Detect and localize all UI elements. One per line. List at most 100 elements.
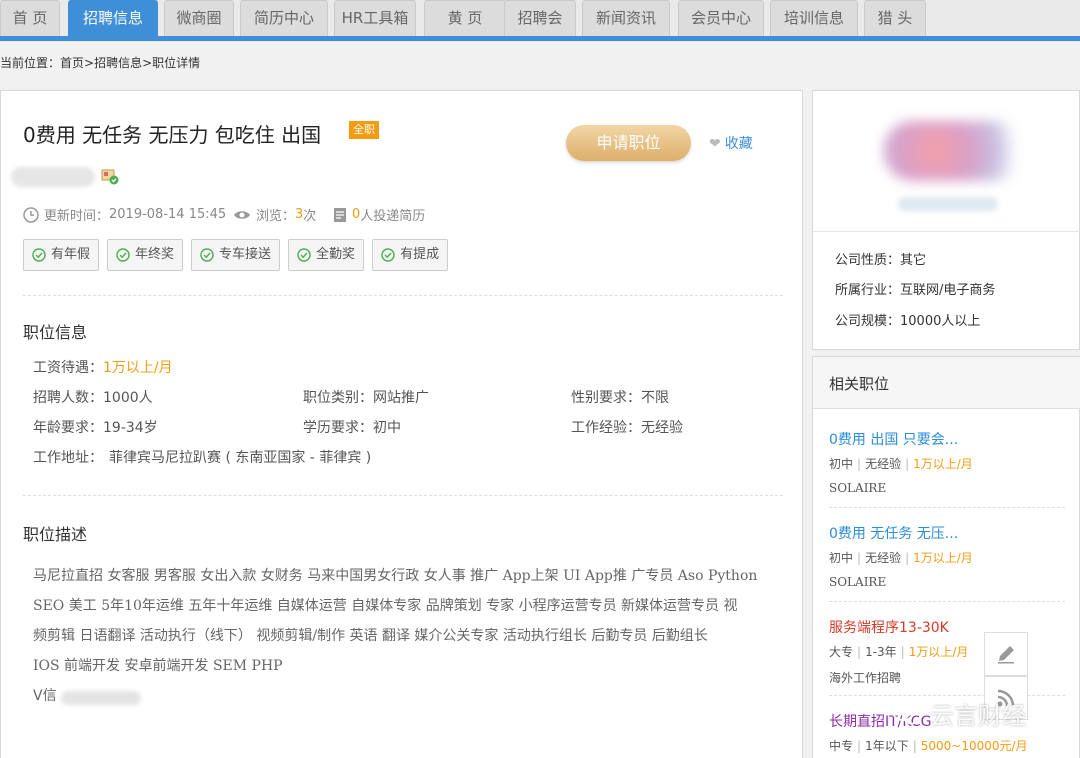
tab-job-fair[interactable]: 招聘会	[504, 0, 576, 36]
divider	[829, 601, 1065, 602]
company-name-blurred[interactable]	[898, 197, 998, 211]
description-line: 频剪辑 日语翻译 活动执行（线下） 视频剪辑/制作 英语 翻译 媒介公关专家 活…	[33, 628, 708, 644]
position-info-title: 职位信息	[23, 323, 88, 342]
breadcrumb-path[interactable]: 首页>招聘信息>职位详情	[60, 56, 200, 70]
tab-training[interactable]: 培训信息	[770, 0, 858, 36]
salary-label: 工资待遇：	[33, 360, 103, 376]
check-circle-icon	[200, 248, 214, 262]
category-row: 职位类别：网站推广	[303, 387, 429, 407]
related-job-meta: 初中 | 无经验 | 1万以上/月	[829, 551, 973, 565]
education-value: 初中	[373, 420, 401, 436]
tab-yellow-pages[interactable]: 黄 页	[424, 0, 506, 36]
experience-row: 工作经验：无经验	[571, 417, 683, 437]
divider	[23, 495, 783, 496]
tab-news[interactable]: 新闻资讯	[582, 0, 670, 36]
tab-jobs[interactable]: 招聘信息	[68, 0, 158, 37]
company-logo-blurred[interactable]	[883, 121, 1033, 181]
job-detail-card: 0费用 无任务 无压力 包吃住 出国 全职 申请职位 ❤ 收藏 更新时间： 2019…	[0, 90, 803, 758]
headcount-label: 招聘人数：	[33, 390, 103, 406]
related-job-edu: 中专	[829, 739, 854, 753]
headcount-value: 1000人	[103, 390, 153, 406]
contact-blurred	[61, 691, 141, 705]
benefit-label: 全勤奖	[316, 247, 356, 262]
related-job-company[interactable]: SOLAIRE	[829, 481, 886, 495]
breadcrumb-prefix: 当前位置：	[0, 56, 61, 70]
heart-icon: ❤	[709, 136, 721, 152]
divider	[829, 507, 1065, 508]
related-job-meta: 初中 | 无经验 | 1万以上/月	[829, 457, 973, 471]
benefit-tag: 有提成	[372, 239, 449, 271]
divider	[813, 231, 1080, 232]
document-icon	[334, 207, 346, 222]
eye-icon	[234, 210, 250, 219]
size-label: 公司规模：	[835, 314, 901, 329]
experience-value: 无经验	[641, 420, 683, 436]
related-job-company[interactable]: SOLAIRE	[829, 575, 886, 589]
tab-hr-tools[interactable]: HR工具箱	[334, 0, 416, 36]
size-value: 10000人以上	[900, 314, 981, 329]
company-name-blurred[interactable]	[11, 167, 95, 187]
address-label: 工作地址：	[33, 450, 103, 466]
check-circle-icon	[297, 248, 311, 262]
related-job-title[interactable]: 服务端程序13-30K	[829, 617, 949, 637]
company-card: 公司性质：其它 所属行业：互联网/电子商务 公司规模：10000人以上	[812, 90, 1080, 350]
related-job-meta: 中专 | 1年以下 | 5000~10000元/月	[829, 739, 1028, 753]
industry-label: 所属行业：	[835, 283, 901, 298]
education-row: 学历要求：初中	[303, 417, 401, 437]
views-unit: 次	[303, 209, 317, 224]
watermark: 云言财经	[892, 696, 1026, 731]
nav-accent-bar	[0, 36, 1080, 41]
benefit-tags: 有年假 年终奖 专车接送 全勤奖 有提成	[23, 239, 456, 271]
related-job-salary: 1万以上/月	[908, 645, 969, 659]
top-nav: 首 页 招聘信息 微商圈 简历中心 HR工具箱 黄 页 招聘会 新闻资讯 会员中…	[0, 0, 1080, 42]
tab-headhunter[interactable]: 猎 头	[864, 0, 926, 36]
industry-value: 互联网/电子商务	[900, 283, 996, 298]
tab-weishang[interactable]: 微商圈	[164, 0, 234, 36]
tab-resume[interactable]: 简历中心	[240, 0, 328, 36]
applied-text: 人投递简历	[360, 209, 426, 224]
check-circle-icon	[116, 248, 130, 262]
category-value: 网站推广	[373, 390, 429, 406]
education-label: 学历要求：	[303, 420, 373, 436]
check-circle-icon	[32, 248, 46, 262]
age-row: 年龄要求：19-34岁	[33, 417, 158, 437]
gender-row: 性别要求：不限	[571, 387, 669, 407]
related-job-edu: 初中	[829, 551, 854, 565]
benefit-label: 有提成	[400, 247, 440, 262]
age-value: 19-34岁	[103, 420, 158, 436]
favorite-button[interactable]: ❤ 收藏	[709, 133, 753, 153]
contact-prefix: V信	[33, 688, 57, 704]
related-job-title[interactable]: 0费用 出国 只要会...	[829, 429, 958, 449]
updated-value: 2019-08-14 15:45	[109, 207, 227, 222]
related-job-exp: 无经验	[865, 551, 902, 565]
job-description: 马尼拉直招 女客服 男客服 女出入款 女财务 马来中国男女行政 女人事 推广 A…	[33, 561, 783, 681]
watermark-text: 云言财经	[930, 702, 1026, 730]
description-line: IOS 前端开发 安卓前端开发 SEM PHP	[33, 658, 283, 674]
age-label: 年龄要求：	[33, 420, 103, 436]
headcount-row: 招聘人数：1000人	[33, 387, 153, 407]
related-job-salary: 1万以上/月	[913, 551, 973, 565]
description-title: 职位描述	[23, 525, 88, 544]
verified-icon	[101, 169, 119, 185]
related-job-title[interactable]: 0费用 无任务 无压...	[829, 523, 958, 543]
views-count: 3	[295, 207, 304, 222]
wechat-icon	[892, 702, 921, 724]
related-job-salary: 1万以上/月	[913, 457, 973, 471]
salary-row: 工资待遇：1万以上/月	[33, 357, 173, 377]
divider	[23, 295, 783, 296]
applicant-count: 0 人投递简历	[333, 205, 425, 224]
benefit-tag: 专车接送	[191, 239, 281, 271]
tab-member[interactable]: 会员中心	[678, 0, 764, 36]
company-industry: 所属行业：互联网/电子商务	[835, 279, 995, 298]
apply-button[interactable]: 申请职位	[566, 125, 691, 161]
address-row: 工作地址： 菲律宾马尼拉趴赛 ( 东南亚国家 - 菲律宾 )	[33, 447, 371, 467]
favorite-label: 收藏	[724, 136, 753, 152]
related-job-company[interactable]: 海外工作招聘	[829, 669, 901, 686]
benefit-tag: 全勤奖	[288, 239, 365, 271]
benefit-tag: 年终奖	[107, 239, 184, 271]
category-label: 职位类别：	[303, 390, 373, 406]
tab-home[interactable]: 首 页	[0, 0, 60, 36]
benefit-label: 有年假	[51, 247, 91, 262]
edit-button[interactable]	[984, 632, 1028, 676]
related-job-exp: 1-3年	[865, 645, 897, 659]
